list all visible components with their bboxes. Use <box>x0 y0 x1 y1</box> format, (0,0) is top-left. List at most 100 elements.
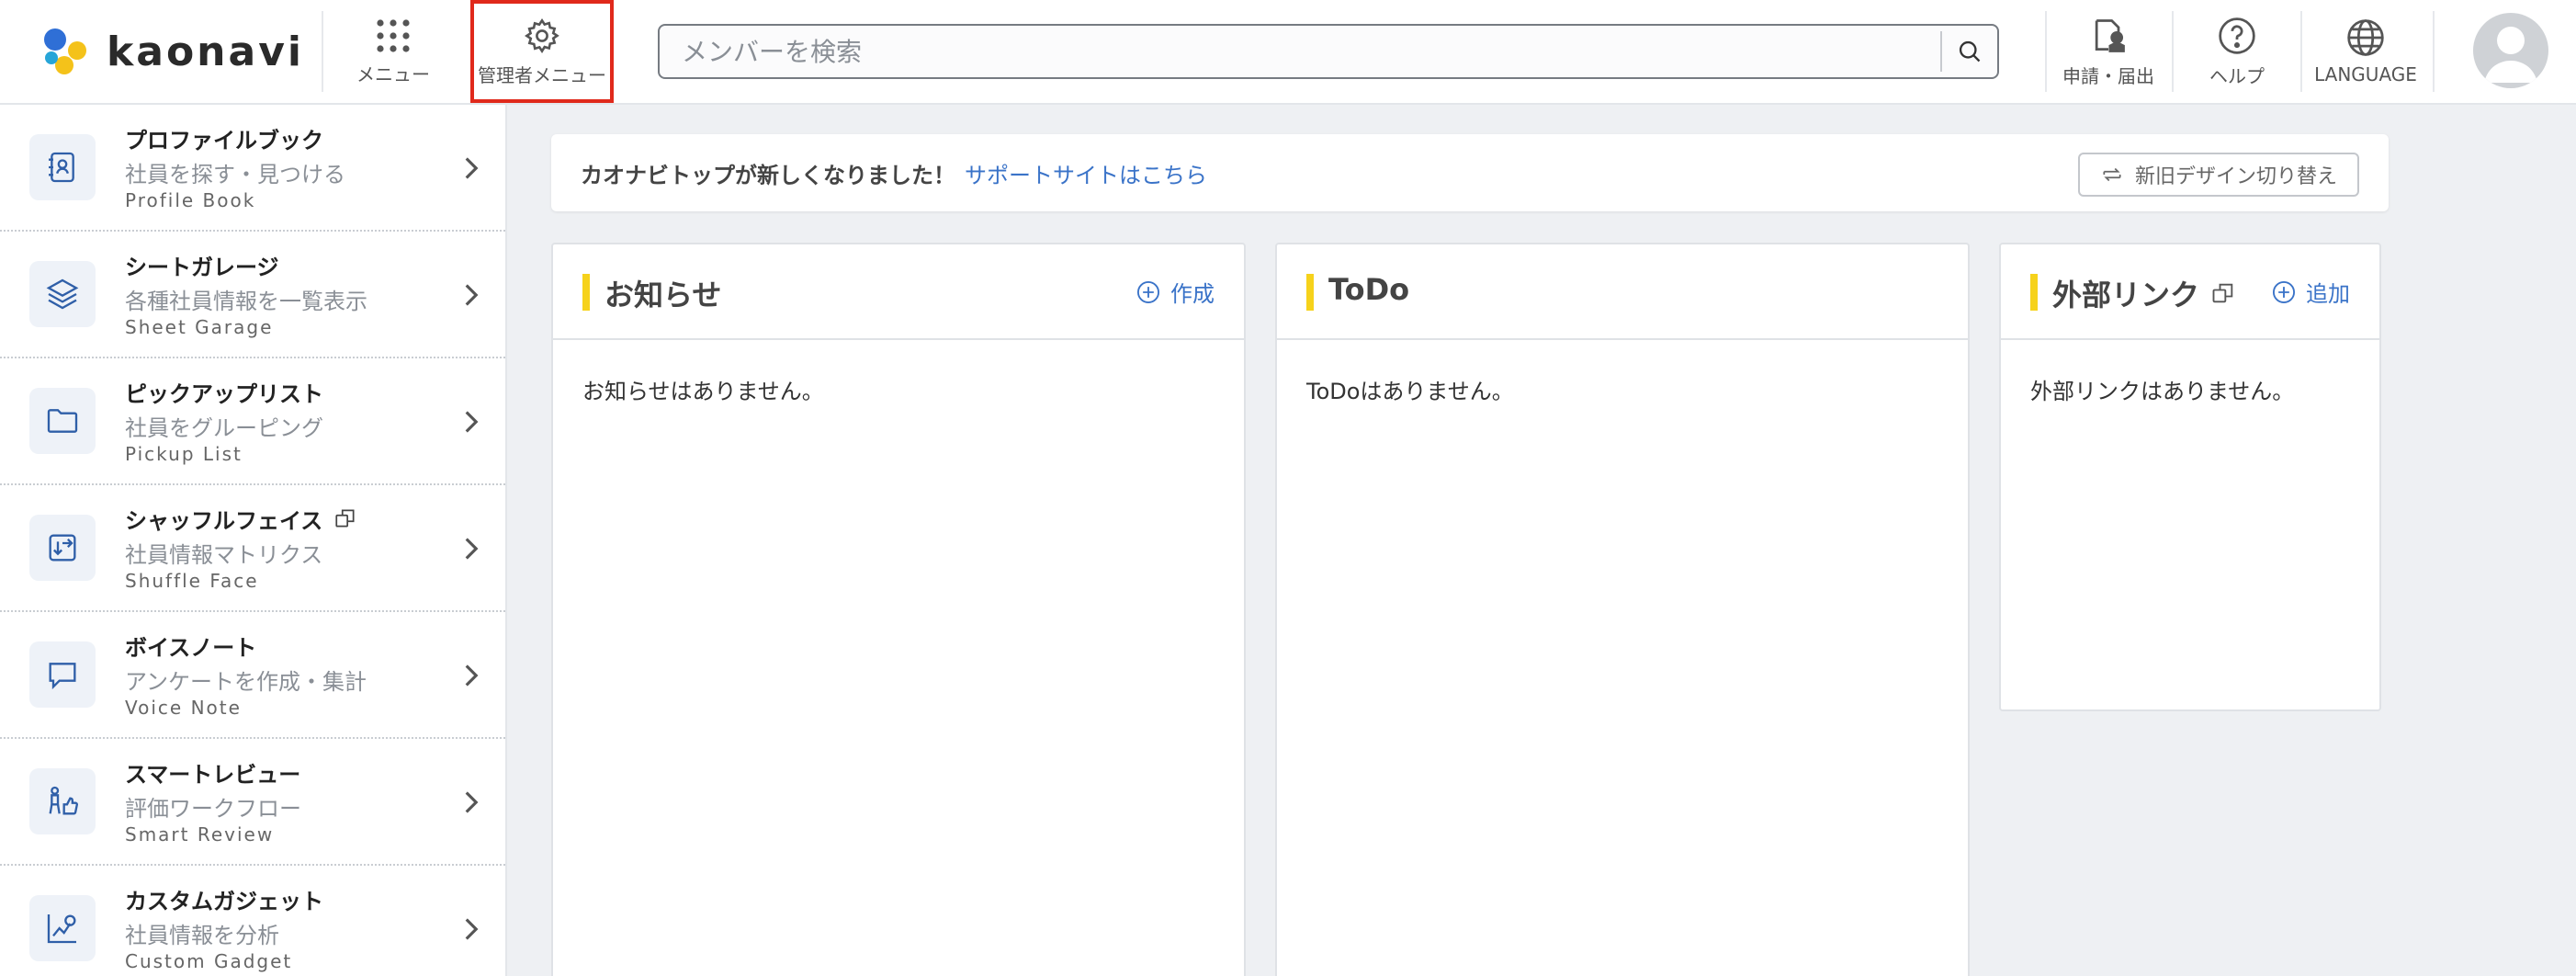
top-header: kaonavi メニュー 管理者メニュー メンバーを検索 申請・届出 ヘルプ L… <box>0 0 2576 105</box>
sidebar-item-english: Voice Note <box>125 697 242 719</box>
sidebar-item-subtitle: 各種社員情報を一覧表示 <box>125 289 367 314</box>
chevron-right-icon <box>465 918 479 940</box>
globe-icon <box>2347 19 2384 56</box>
language-button[interactable]: LANGUAGE <box>2310 0 2422 103</box>
sidebar-item-subtitle: 社員情報マトリクス <box>125 542 323 568</box>
todo-empty-text: ToDoはありません。 <box>1306 379 1514 404</box>
gear-icon <box>525 17 559 53</box>
todo-panel: ToDo ToDoはありません。 <box>1275 243 1970 976</box>
chevron-right-icon <box>465 284 479 306</box>
external-links-panel: 外部リンク 追加 外部リンクはありません。 <box>1999 243 2381 711</box>
sidebar-item-subtitle: 社員情報を分析 <box>125 923 279 948</box>
admin-menu-button[interactable]: 管理者メニュー <box>470 0 614 103</box>
notices-title: お知らせ <box>604 278 722 312</box>
chevron-right-icon <box>465 664 479 687</box>
section-accent-bar <box>1306 274 1314 311</box>
speech-bubble-icon <box>29 641 96 708</box>
sidebar-item-pickup-list[interactable]: ピックアップリスト 社員をグルーピング Pickup List <box>0 358 505 485</box>
thumbs-up-icon <box>29 768 96 834</box>
design-switch-label: 新旧デザイン切り替え <box>2134 165 2337 188</box>
member-search <box>658 24 1999 79</box>
banner-text: カオナビトップが新しくなりました！ <box>581 162 955 188</box>
add-link-label: 追加 <box>2306 281 2350 307</box>
sidebar-item-custom-gadget[interactable]: カスタムガジェット 社員情報を分析 Custom Gadget <box>0 866 505 976</box>
external-window-icon <box>335 509 355 528</box>
external-links-empty-text: 外部リンクはありません。 <box>2030 379 2295 404</box>
create-notice-label: 作成 <box>1170 281 1215 307</box>
header-divider <box>2300 11 2302 92</box>
notices-panel-header: お知らせ 作成 <box>553 244 1244 340</box>
profile-book-icon <box>29 134 96 200</box>
swap-arrows-icon <box>2103 167 2121 182</box>
app-root: kaonavi メニュー 管理者メニュー メンバーを検索 申請・届出 ヘルプ L… <box>0 0 2576 976</box>
request-button[interactable]: 申請・届出 <box>2058 0 2159 103</box>
sidebar-item-title: プロファイルブック <box>125 127 323 153</box>
sidebar-item-title: シャッフルフェイス <box>125 507 323 534</box>
add-link-button[interactable]: 追加 <box>2271 276 2350 308</box>
external-links-title: 外部リンク <box>2052 278 2200 312</box>
section-accent-bar <box>2030 274 2038 311</box>
help-button[interactable]: ヘルプ <box>2186 0 2288 103</box>
sidebar-item-title: スマートレビュー <box>125 761 301 788</box>
language-label: LANGUAGE <box>2314 63 2417 85</box>
admin-menu-label: 管理者メニュー <box>478 63 606 86</box>
sidebar-item-english: Shuffle Face <box>125 570 259 592</box>
plus-circle-icon <box>2272 280 2296 303</box>
question-circle-icon <box>2219 17 2255 54</box>
search-icon <box>1959 40 1981 62</box>
search-button[interactable] <box>1942 26 1997 77</box>
chevron-right-icon <box>465 791 479 813</box>
todo-panel-header: ToDo <box>1277 244 1968 340</box>
chart-icon <box>29 895 96 961</box>
sidebar-item-subtitle: 社員をグルーピング <box>125 415 323 441</box>
notices-panel: お知らせ 作成 お知らせはありません。 <box>551 243 1246 976</box>
header-divider <box>2172 11 2174 92</box>
chevron-right-icon <box>465 157 479 179</box>
section-accent-bar <box>582 274 590 311</box>
sidebar-item-title: シートガレージ <box>125 254 279 280</box>
sidebar-item-english: Smart Review <box>125 823 275 845</box>
sidebar: プロファイルブック 社員を探す・見つける Profile Book シートガレー… <box>0 105 507 976</box>
folder-icon <box>29 388 96 454</box>
sidebar-item-title-row: シャッフルフェイス <box>125 504 357 534</box>
sidebar-item-title: ピックアップリスト <box>125 380 323 407</box>
sidebar-item-profile-book[interactable]: プロファイルブック 社員を探す・見つける Profile Book <box>0 105 505 232</box>
menu-label: メニュー <box>356 62 430 85</box>
header-divider <box>2433 11 2435 92</box>
notices-empty-text: お知らせはありません。 <box>582 379 824 404</box>
sidebar-item-subtitle: 評価ワークフロー <box>125 796 301 822</box>
sidebar-item-english: Custom Gadget <box>125 950 293 972</box>
grid-menu-icon <box>377 18 410 52</box>
avatar[interactable] <box>2473 13 2548 88</box>
search-input[interactable] <box>660 26 1940 77</box>
sidebar-item-voice-note[interactable]: ボイスノート アンケートを作成・集計 Voice Note <box>0 612 505 739</box>
sidebar-item-smart-review[interactable]: スマートレビュー 評価ワークフロー Smart Review <box>0 739 505 866</box>
announcement-banner: カオナビトップが新しくなりました！ サポートサイトはこちら 新旧デザイン切り替え <box>551 134 2389 211</box>
logo-text: kaonavi <box>107 28 304 75</box>
request-label: 申請・届出 <box>2062 64 2154 87</box>
support-site-link[interactable]: サポートサイトはこちら <box>965 157 1207 189</box>
header-divider <box>322 11 323 92</box>
sidebar-item-subtitle: アンケートを作成・集計 <box>125 669 367 695</box>
design-switch-button[interactable]: 新旧デザイン切り替え <box>2077 153 2359 197</box>
plus-circle-icon <box>1136 280 1160 303</box>
sidebar-item-subtitle: 社員を探す・見つける <box>125 162 345 187</box>
shuffle-icon <box>29 515 96 581</box>
external-window-icon <box>2212 283 2233 303</box>
sidebar-item-english: Profile Book <box>125 189 256 211</box>
todo-title: ToDo <box>1328 272 1410 307</box>
external-links-panel-header: 外部リンク 追加 <box>2001 244 2379 340</box>
chevron-right-icon <box>465 538 479 560</box>
sidebar-item-sheet-garage[interactable]: シートガレージ 各種社員情報を一覧表示 Sheet Garage <box>0 232 505 358</box>
sidebar-item-title: カスタムガジェット <box>125 888 323 914</box>
menu-button[interactable]: メニュー <box>351 0 435 103</box>
sidebar-item-title: ボイスノート <box>125 634 257 661</box>
external-links-title-row: 外部リンク <box>2052 272 2236 314</box>
kaonavi-logo-mark-icon <box>44 28 86 74</box>
kaonavi-logo[interactable]: kaonavi <box>40 24 304 79</box>
help-label: ヘルプ <box>2209 64 2265 87</box>
sidebar-item-shuffle-face[interactable]: シャッフルフェイス 社員情報マトリクス Shuffle Face <box>0 485 505 612</box>
header-divider <box>2045 11 2047 92</box>
create-notice-button[interactable]: 作成 <box>1135 276 1215 308</box>
sidebar-item-english: Sheet Garage <box>125 316 274 338</box>
